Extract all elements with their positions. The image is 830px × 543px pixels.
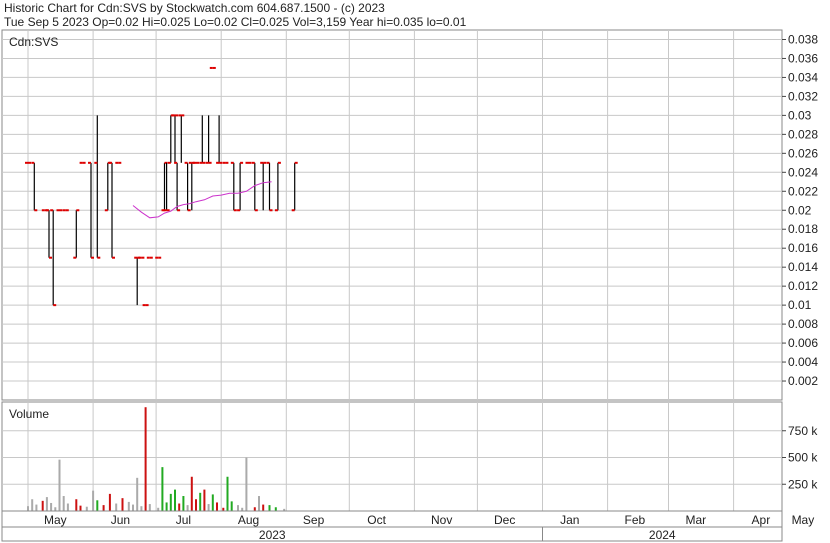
- volume-bar: [45, 497, 48, 511]
- month-label: Sep: [303, 513, 325, 527]
- volume-bar: [253, 507, 256, 511]
- volume-bar: [165, 502, 168, 511]
- price-tick-label: 0.038: [788, 32, 818, 46]
- volume-bar: [268, 505, 271, 511]
- volume-bar: [199, 492, 202, 511]
- volume-bar: [258, 496, 260, 511]
- volume-bar: [216, 502, 218, 511]
- volume-bar: [136, 477, 139, 511]
- price-tick-label: 0.022: [788, 184, 818, 198]
- volume-tick-label: 250 k: [788, 477, 818, 491]
- volume-bar: [85, 506, 88, 511]
- stock-chart: 0.038 0.036 0.034 0.032 0.03 0.028 0.026 0.024 0…: [1, 29, 818, 542]
- volume-bar: [161, 467, 164, 511]
- year-label: 2024: [649, 528, 676, 542]
- volume-bar: [178, 503, 181, 511]
- month-axis: May Jun Jul Aug Sep Oct Nov Dec Jan Feb Mar Apr May: [1, 510, 815, 528]
- volume-bar: [186, 505, 189, 511]
- volume-bar: [79, 505, 82, 511]
- month-label: Apr: [752, 513, 771, 527]
- year-axis: 2023 2024: [1, 526, 783, 542]
- price-tick-label: 0.034: [788, 70, 818, 84]
- volume-tick-label: 500 k: [788, 451, 818, 465]
- price-tick-label: 0.01: [788, 298, 812, 312]
- volume-bar: [92, 490, 95, 511]
- volume-bar: [50, 502, 53, 511]
- volume-bar: [132, 504, 134, 511]
- price-panel-frame: [1, 29, 783, 401]
- volume-bar: [140, 506, 143, 511]
- volume-bar: [102, 505, 105, 511]
- volume-bar: [262, 504, 265, 511]
- volume-bar: [274, 507, 277, 511]
- price-axis: 0.038 0.036 0.034 0.032 0.03 0.028 0.026 0.024 0…: [782, 32, 818, 388]
- price-tick-label: 0.032: [788, 89, 818, 103]
- volume-bar: [96, 500, 99, 511]
- volume-bar: [35, 504, 38, 511]
- price-tick-label: 0.006: [788, 336, 818, 350]
- volume-bar: [190, 476, 193, 511]
- volume-bar: [54, 507, 57, 511]
- price-panel-label: Cdn:SVS: [9, 35, 58, 49]
- volume-bar: [174, 489, 176, 511]
- volume-bar: [62, 496, 65, 511]
- price-tick-label: 0.016: [788, 241, 818, 255]
- volume-bar: [31, 499, 34, 511]
- year-label: 2023: [259, 528, 286, 542]
- volume-bar: [27, 506, 29, 511]
- price-tick-label: 0.004: [788, 355, 818, 369]
- volume-bar: [121, 498, 124, 511]
- volume-bar: [211, 494, 214, 511]
- price-tick-label: 0.028: [788, 127, 818, 141]
- volume-bar: [148, 504, 151, 511]
- volume-bar: [237, 505, 239, 511]
- month-label: Aug: [238, 513, 259, 527]
- volume-bar: [195, 499, 197, 511]
- month-label: Jan: [560, 513, 579, 527]
- month-label: Feb: [625, 513, 646, 527]
- volume-bar: [127, 501, 130, 511]
- price-tick-label: 0.02: [788, 203, 812, 217]
- price-tick-label: 0.036: [788, 51, 818, 65]
- volume-bar: [182, 496, 185, 511]
- price-tick-label: 0.014: [788, 260, 818, 274]
- price-tick-label: 0.018: [788, 222, 818, 236]
- month-label: May: [792, 513, 815, 527]
- month-label: Oct: [367, 513, 386, 527]
- price-tick-label: 0.03: [788, 108, 812, 122]
- price-tick-label: 0.026: [788, 146, 818, 160]
- volume-panel-label: Volume: [9, 407, 49, 421]
- month-label: Jun: [111, 513, 130, 527]
- volume-bar: [115, 503, 118, 511]
- volume-bar: [108, 493, 111, 511]
- price-tick-label: 0.008: [788, 317, 818, 331]
- volume-bar: [58, 459, 61, 511]
- price-tick-label: 0.002: [788, 374, 818, 388]
- volume-bar: [66, 503, 69, 511]
- volume-bar: [203, 489, 206, 511]
- month-label: Dec: [494, 513, 515, 527]
- price-tick-label: 0.012: [788, 279, 818, 293]
- month-label: Mar: [685, 513, 706, 527]
- month-label: May: [44, 513, 67, 527]
- volume-bar: [207, 504, 210, 511]
- volume-bar: [41, 500, 44, 511]
- volume-bar: [75, 499, 78, 511]
- volume-bar: [169, 493, 172, 511]
- volume-bar: [230, 501, 233, 511]
- volume-bar: [144, 407, 147, 511]
- volume-tick-label: 750 k: [788, 424, 818, 438]
- volume-bar: [226, 476, 229, 511]
- month-label: Nov: [431, 513, 452, 527]
- month-label: Jul: [176, 513, 191, 527]
- volume-bar: [245, 457, 248, 511]
- price-tick-label: 0.024: [788, 165, 818, 179]
- volume-axis: 750 k 500 k 250 k: [782, 424, 818, 491]
- volume-panel-frame: [1, 401, 783, 512]
